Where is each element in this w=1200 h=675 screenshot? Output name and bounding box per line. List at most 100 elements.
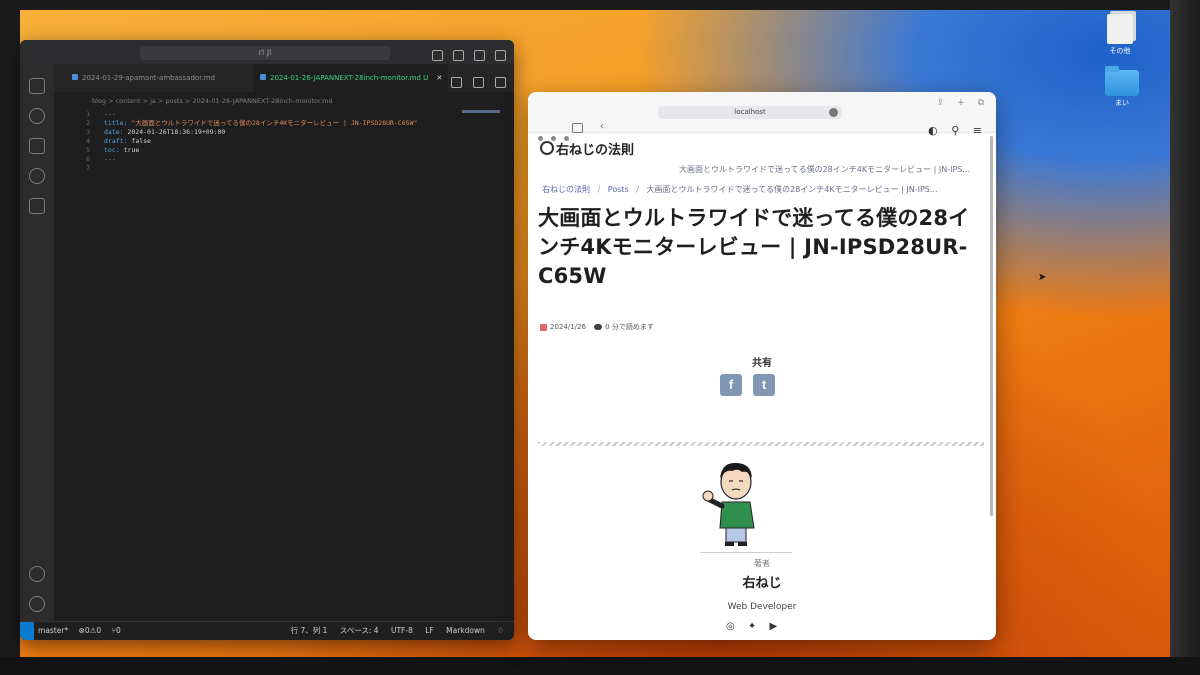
post-date: 2024/1/26 bbox=[550, 323, 586, 331]
run-debug-icon[interactable] bbox=[29, 168, 45, 184]
status-bar: master* ⊗0⚠0 ⑂0 行 7、列 1 スペース: 4 UTF-8 LF… bbox=[20, 621, 514, 640]
compare-icon[interactable] bbox=[450, 77, 462, 88]
remote-indicator[interactable] bbox=[20, 622, 34, 640]
section-divider bbox=[538, 442, 984, 446]
monitor-bezel-bottom bbox=[0, 657, 1200, 675]
desktop-icon-label: その他 bbox=[1109, 47, 1131, 55]
desktop-icon-label: まい bbox=[1115, 99, 1129, 107]
search-icon[interactable] bbox=[29, 108, 45, 124]
tab-overview-icon[interactable]: ⧉ bbox=[978, 98, 984, 108]
author-avatar bbox=[702, 462, 755, 546]
breadcrumb-separator: / bbox=[597, 185, 601, 194]
social-links: ◎ ✦ ▶ bbox=[726, 621, 787, 632]
eol-status[interactable]: LF bbox=[425, 626, 434, 635]
encoding-status[interactable]: UTF-8 bbox=[391, 626, 413, 635]
line-number: 3 bbox=[86, 128, 90, 136]
layout-controls bbox=[427, 46, 506, 65]
breadcrumb-section[interactable]: Posts bbox=[608, 185, 629, 194]
toggle-secondary-sidebar-icon[interactable] bbox=[473, 50, 485, 61]
code-key: toc: bbox=[104, 146, 124, 154]
monitor-bezel-top bbox=[0, 0, 1200, 10]
browser-window: ‹ localhost ⇪ + ⧉ ◐ ⚲ ≡ 右ねじの法則 大画面とウルトラワ… bbox=[528, 92, 996, 640]
gear-icon[interactable] bbox=[29, 596, 45, 612]
account-icon[interactable] bbox=[29, 566, 45, 582]
site-header: 右ねじの法則 bbox=[528, 133, 996, 163]
editor-actions bbox=[445, 73, 506, 92]
breadcrumb[interactable]: blog > content > ja > posts > 2024-01-26… bbox=[54, 92, 514, 110]
code-line[interactable]: 4 draft: false bbox=[54, 137, 514, 146]
indentation-status[interactable]: スペース: 4 bbox=[340, 626, 379, 635]
code-line[interactable]: 1 --- bbox=[54, 110, 514, 119]
site-title[interactable]: 右ねじの法則 bbox=[556, 139, 634, 158]
code-line[interactable]: 2 title: "大画面とウルトラワイドで迷ってる僕の28インチ4Kモニターレビ… bbox=[54, 119, 514, 128]
back-icon[interactable]: ‹ bbox=[600, 121, 604, 132]
editor-tabs: 2024-01-29-apamant-ambassador.md 2024-01… bbox=[54, 64, 514, 92]
markdown-file-icon bbox=[72, 74, 78, 80]
facebook-share-button[interactable]: f bbox=[720, 374, 742, 396]
code-key: draft: bbox=[104, 137, 132, 145]
branch-status[interactable]: master* bbox=[38, 626, 68, 635]
youtube-icon[interactable]: ▶ bbox=[770, 621, 778, 632]
language-status[interactable]: Markdown bbox=[446, 626, 485, 635]
ports-status[interactable]: ⑂0 bbox=[112, 626, 121, 635]
breadcrumb-separator: / bbox=[636, 185, 639, 194]
close-icon[interactable]: ✕ bbox=[437, 74, 443, 82]
address-bar[interactable]: localhost bbox=[658, 106, 842, 119]
folder-icon bbox=[1105, 66, 1139, 96]
twitter-icon[interactable]: ✦ bbox=[748, 621, 756, 632]
toggle-sidebar-icon[interactable] bbox=[431, 50, 443, 61]
line-number: 6 bbox=[86, 155, 90, 163]
code-line[interactable]: 5 toc: true bbox=[54, 146, 514, 155]
more-actions-icon[interactable] bbox=[495, 77, 506, 88]
code-line[interactable]: 6 --- bbox=[54, 155, 514, 164]
browser-actions: ⇪ + ⧉ bbox=[927, 98, 984, 108]
code-line[interactable]: 7 bbox=[54, 164, 514, 173]
code-key: date: bbox=[104, 128, 128, 136]
tab-active[interactable]: 2024-01-26-JAPANNEXT-28inch-monitor.md U… bbox=[254, 64, 449, 92]
desktop-icon-folder[interactable]: まい bbox=[1092, 66, 1152, 108]
code-value: --- bbox=[104, 155, 116, 163]
document-icon bbox=[1107, 14, 1133, 44]
cursor-position-status[interactable]: 行 7、列 1 bbox=[291, 626, 328, 635]
code-value: true bbox=[123, 146, 140, 154]
problems-status[interactable]: ⊗0⚠0 bbox=[79, 626, 102, 635]
scrollbar[interactable] bbox=[990, 136, 993, 516]
sidebar-icon[interactable] bbox=[572, 123, 583, 133]
code-line[interactable]: 3 date: 2024-01-26T18:36:19+09:00 bbox=[54, 128, 514, 137]
line-number: 5 bbox=[86, 146, 90, 154]
bell-icon[interactable]: ♢ bbox=[497, 626, 504, 635]
customize-layout-icon[interactable] bbox=[495, 50, 506, 61]
source-control-icon[interactable] bbox=[29, 138, 45, 154]
more-icon[interactable] bbox=[829, 108, 838, 117]
line-number: 2 bbox=[86, 119, 90, 127]
breadcrumb-home[interactable]: 右ねじの法則 bbox=[542, 185, 590, 194]
extensions-icon[interactable] bbox=[29, 198, 45, 214]
vscode-titlebar: rl Jl bbox=[20, 40, 514, 64]
explorer-icon[interactable] bbox=[29, 78, 45, 94]
markdown-file-icon bbox=[260, 74, 266, 80]
twitter-share-button[interactable]: t bbox=[753, 374, 776, 396]
activity-bar bbox=[20, 64, 54, 622]
toggle-panel-icon[interactable] bbox=[452, 50, 464, 61]
new-tab-icon[interactable]: + bbox=[957, 98, 965, 108]
header-page-title: 大画面とウルトラワイドで迷ってる僕の28インチ4Kモニターレビュー | JN-I… bbox=[678, 165, 970, 174]
post-meta: 2024/1/26 0 分で読めます bbox=[540, 322, 654, 332]
command-center-search[interactable]: rl Jl bbox=[140, 46, 390, 60]
monitor-bezel-left bbox=[0, 0, 20, 675]
code-value: false bbox=[131, 137, 151, 145]
tab-inactive[interactable]: 2024-01-29-apamant-ambassador.md bbox=[72, 64, 215, 92]
code-value: 2024-01-26T18:36:19+09:00 bbox=[127, 128, 226, 136]
author-role: Web Developer bbox=[727, 602, 797, 612]
tab-label: 2024-01-26-JAPANNEXT-28inch-monitor.md U bbox=[270, 74, 429, 82]
split-editor-icon[interactable] bbox=[472, 77, 484, 88]
mouse-cursor-icon: ➤ bbox=[1038, 272, 1047, 283]
desktop-icon-document[interactable]: その他 bbox=[1090, 14, 1150, 56]
share-buttons: f t bbox=[720, 374, 781, 396]
instagram-icon[interactable]: ◎ bbox=[726, 621, 735, 632]
url-text: localhost bbox=[734, 108, 766, 116]
share-icon[interactable]: ⇪ bbox=[937, 98, 945, 108]
logo-icon[interactable] bbox=[540, 141, 554, 155]
code-editor[interactable]: 1 --- 2 title: "大画面とウルトラワイドで迷ってる僕の28インチ4Kモニ… bbox=[54, 110, 514, 622]
line-number: 1 bbox=[86, 110, 90, 118]
breadcrumb-current: 大画面とウルトラワイドで迷ってる僕の28インチ4Kモニターレビュー | JN-I… bbox=[646, 185, 938, 194]
